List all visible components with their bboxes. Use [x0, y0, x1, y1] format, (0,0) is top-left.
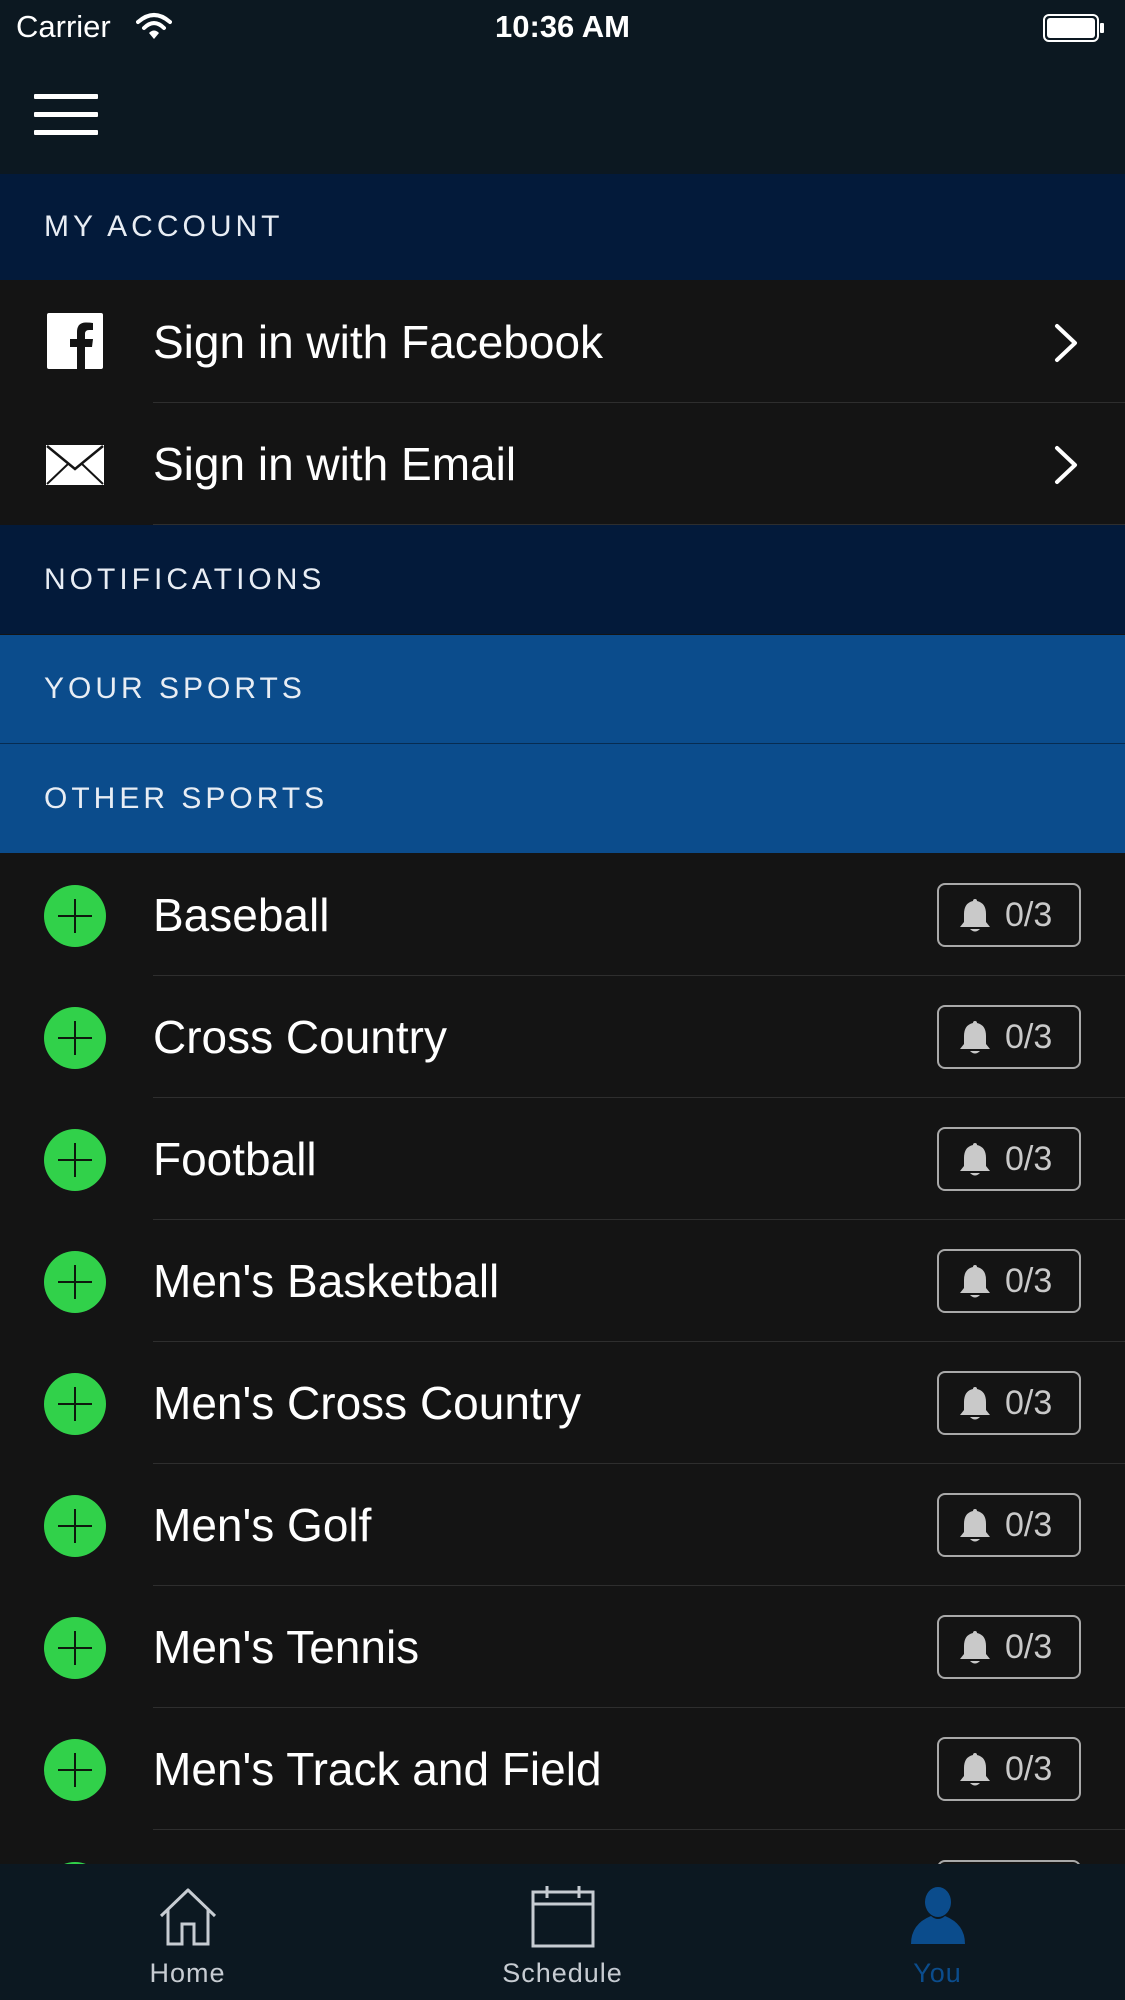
- tab-label: Home: [149, 1958, 226, 1988]
- sport-name: Baseball: [153, 889, 330, 941]
- sign-in-facebook-row[interactable]: Sign in with Facebook: [0, 281, 1125, 403]
- notification-count: 0/3: [1005, 1261, 1053, 1300]
- notification-badge[interactable]: 0/3: [937, 1371, 1081, 1435]
- sport-name: Men's Tennis: [153, 1621, 420, 1673]
- notification-badge[interactable]: 0/3: [937, 1127, 1081, 1191]
- notification-count: 0/3: [1005, 895, 1053, 934]
- tab-label: Schedule: [502, 1958, 623, 1988]
- chevron-right-icon: [1055, 446, 1077, 484]
- section-title: NOTIFICATIONS: [44, 562, 326, 596]
- sport-name: Men's Cross Country: [153, 1377, 582, 1429]
- add-sport-icon[interactable]: [44, 1495, 106, 1557]
- tab-home[interactable]: Home: [0, 1864, 375, 2000]
- notification-badge[interactable]: 0/3: [937, 1615, 1081, 1679]
- bell-icon: [960, 1143, 990, 1176]
- section-title: MY ACCOUNT: [44, 210, 284, 243]
- sport-row[interactable]: Men's Golf 0/3: [0, 1464, 1125, 1586]
- notification-badge[interactable]: 0/3: [937, 1005, 1081, 1069]
- sport-name: Cross Country: [153, 1011, 447, 1063]
- bell-icon: [960, 1753, 990, 1786]
- sign-in-email-row[interactable]: Sign in with Email: [0, 403, 1125, 525]
- add-sport-icon[interactable]: [44, 1617, 106, 1679]
- notification-count: 0/3: [1005, 1627, 1053, 1666]
- status-bar: Carrier 10:36 AM: [0, 0, 1125, 58]
- sport-row[interactable]: Men's Track and Field 0/3: [0, 1708, 1125, 1830]
- section-title: OTHER SPORTS: [44, 781, 329, 815]
- facebook-icon: [47, 313, 103, 369]
- row-label: Sign in with Facebook: [153, 316, 604, 368]
- envelope-icon: [46, 445, 104, 485]
- section-my-account: MY ACCOUNT: [0, 174, 1125, 280]
- person-icon: [910, 1887, 965, 1944]
- add-sport-icon[interactable]: [44, 1739, 106, 1801]
- bell-icon: [960, 1387, 990, 1420]
- bell-icon: [960, 899, 990, 932]
- hamburger-menu-icon[interactable]: [34, 94, 98, 136]
- section-other-sports: OTHER SPORTS: [0, 744, 1125, 853]
- calendar-icon: [531, 1886, 594, 1948]
- tab-you[interactable]: You: [750, 1864, 1125, 2000]
- notification-badge[interactable]: 0/3: [937, 1493, 1081, 1557]
- bell-icon: [960, 1021, 990, 1054]
- home-icon: [159, 1888, 216, 1946]
- battery-icon: [1043, 14, 1104, 42]
- add-sport-icon[interactable]: [44, 1007, 106, 1069]
- nav-bar: [0, 58, 1125, 174]
- sport-name: Men's Track and Field: [153, 1743, 602, 1795]
- sport-row[interactable]: Football 0/3: [0, 1098, 1125, 1220]
- notification-badge[interactable]: 0/3: [937, 883, 1081, 947]
- add-sport-icon[interactable]: [44, 885, 106, 947]
- notification-count: 0/3: [1005, 1505, 1053, 1544]
- sport-name: Men's Basketball: [153, 1255, 500, 1307]
- sport-row[interactable]: Men's Cross Country 0/3: [0, 1342, 1125, 1464]
- notification-badge[interactable]: 0/3: [937, 1737, 1081, 1801]
- tab-label: You: [913, 1958, 962, 1988]
- section-your-sports: YOUR SPORTS: [0, 635, 1125, 744]
- notification-count: 0/3: [1005, 1383, 1053, 1422]
- add-sport-icon[interactable]: [44, 1373, 106, 1435]
- row-label: Sign in with Email: [153, 438, 517, 490]
- add-sport-icon[interactable]: [44, 1251, 106, 1313]
- clock: 10:36 AM: [495, 9, 630, 44]
- notification-badge[interactable]: 0/3: [937, 1249, 1081, 1313]
- bell-icon: [960, 1631, 990, 1664]
- section-title: YOUR SPORTS: [44, 672, 306, 705]
- tab-bar: Home Schedule You: [0, 1864, 1125, 2000]
- notification-count: 0/3: [1005, 1017, 1053, 1056]
- sport-row[interactable]: Baseball 0/3: [0, 854, 1125, 976]
- sport-row[interactable]: Cross Country 0/3: [0, 976, 1125, 1098]
- notification-count: 0/3: [1005, 1139, 1053, 1178]
- sport-row[interactable]: Men's Tennis 0/3: [0, 1586, 1125, 1708]
- section-notifications: NOTIFICATIONS: [0, 525, 1125, 634]
- sport-row[interactable]: Men's Basketball 0/3: [0, 1220, 1125, 1342]
- add-sport-icon[interactable]: [44, 1129, 106, 1191]
- bell-icon: [960, 1509, 990, 1542]
- notification-count: 0/3: [1005, 1749, 1053, 1788]
- chevron-right-icon: [1055, 324, 1077, 362]
- bell-icon: [960, 1265, 990, 1298]
- sport-name: Football: [153, 1133, 317, 1185]
- sport-name: Men's Golf: [153, 1499, 372, 1551]
- tab-schedule[interactable]: Schedule: [375, 1864, 750, 2000]
